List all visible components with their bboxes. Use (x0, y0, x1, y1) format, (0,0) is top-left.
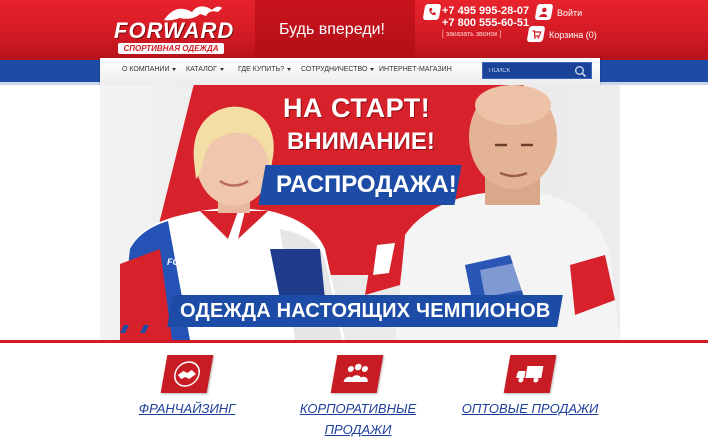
franchising-link[interactable]: ФРАНЧАЙЗИНГ (128, 398, 246, 419)
shirt-logo: FORWARD (167, 257, 214, 267)
handshake-icon (174, 361, 200, 387)
cart-icon[interactable] (526, 26, 546, 42)
promo-banner[interactable]: FORWARD НА СТАРТ! ВНИМАНИЕ! РАСПРОДАЖА! … (100, 85, 620, 340)
corporate-sales-link[interactable]: КОРПОРАТИВНЫЕ ПРОДАЖИ (288, 398, 428, 440)
nav-item-where-to-buy[interactable]: ГДЕ КУПИТЬ? (238, 66, 292, 73)
chevron-down-icon (287, 67, 292, 71)
logo-subtitle: СПОРТИВНАЯ ОДЕЖДА (118, 43, 224, 54)
phone-number-moscow[interactable]: +7 495 995-28-07 (442, 5, 529, 17)
page: FORWARD СПОРТИВНАЯ ОДЕЖДА Будь впереди! … (0, 0, 708, 441)
search-box (482, 62, 592, 79)
nav-item-online-store[interactable]: ИНТЕРНЕТ-МАГАЗИН (379, 66, 452, 73)
team-icon (343, 363, 368, 382)
nav-item-label: ИНТЕРНЕТ-МАГАЗИН (379, 66, 452, 73)
decorative-stripes (120, 325, 149, 333)
nav-item-label: ГДЕ КУПИТЬ? (238, 66, 285, 73)
phone-number-hotline[interactable]: +7 800 555-60-51 (442, 17, 529, 29)
login-link[interactable]: Войти (557, 8, 582, 18)
banner-headline-2: ВНИМАНИЕ! (287, 128, 435, 155)
callback-link[interactable]: [ заказать звонок ] (442, 31, 501, 38)
phone-icon (422, 4, 442, 20)
corporate-sales-button-icon[interactable] (330, 355, 384, 393)
header-slogan: Будь впереди! (279, 21, 385, 38)
delivery-truck-icon (516, 366, 544, 383)
nav-item-cooperation[interactable]: СОТРУДНИЧЕСТВО (301, 66, 375, 73)
search-icon[interactable] (574, 65, 587, 78)
banner-slogan: ОДЕЖДА НАСТОЯЩИХ ЧЕМПИОНОВ (180, 300, 551, 322)
banner-sale-text: РАСПРОДАЖА! (276, 171, 457, 198)
cart-link[interactable]: Корзина (0) (549, 30, 597, 40)
banner-headline-1: НА СТАРТ! (283, 93, 431, 123)
logo-wordmark: FORWARD (114, 18, 235, 43)
user-icon[interactable] (534, 4, 554, 20)
franchising-button-icon[interactable] (160, 355, 214, 393)
nav-item-label: КАТАЛОГ (186, 66, 217, 73)
wholesale-button-icon[interactable] (503, 355, 557, 393)
feature-label: КОРПОРАТИВНЫЕ (299, 401, 417, 416)
wholesale-link[interactable]: ОПТОВЫЕ ПРОДАЖИ (460, 398, 600, 419)
forward-logo[interactable]: FORWARD СПОРТИВНАЯ ОДЕЖДА (114, 6, 235, 54)
chevron-down-icon (172, 67, 177, 71)
feature-label: ОПТОВЫЕ ПРОДАЖИ (461, 401, 599, 416)
nav-item-label: О КОМПАНИИ (122, 66, 170, 73)
section-divider (0, 340, 708, 343)
chevron-down-icon (219, 67, 224, 71)
feature-label-line2: ПРОДАЖИ (324, 422, 392, 437)
search-input[interactable] (489, 63, 569, 78)
nav-item-catalog[interactable]: КАТАЛОГ (186, 66, 224, 73)
chevron-down-icon (370, 67, 375, 71)
nav-item-label: СОТРУДНИЧЕСТВО (301, 66, 368, 73)
nav-item-about[interactable]: О КОМПАНИИ (122, 66, 177, 73)
feature-label: ФРАНЧАЙЗИНГ (138, 401, 236, 416)
